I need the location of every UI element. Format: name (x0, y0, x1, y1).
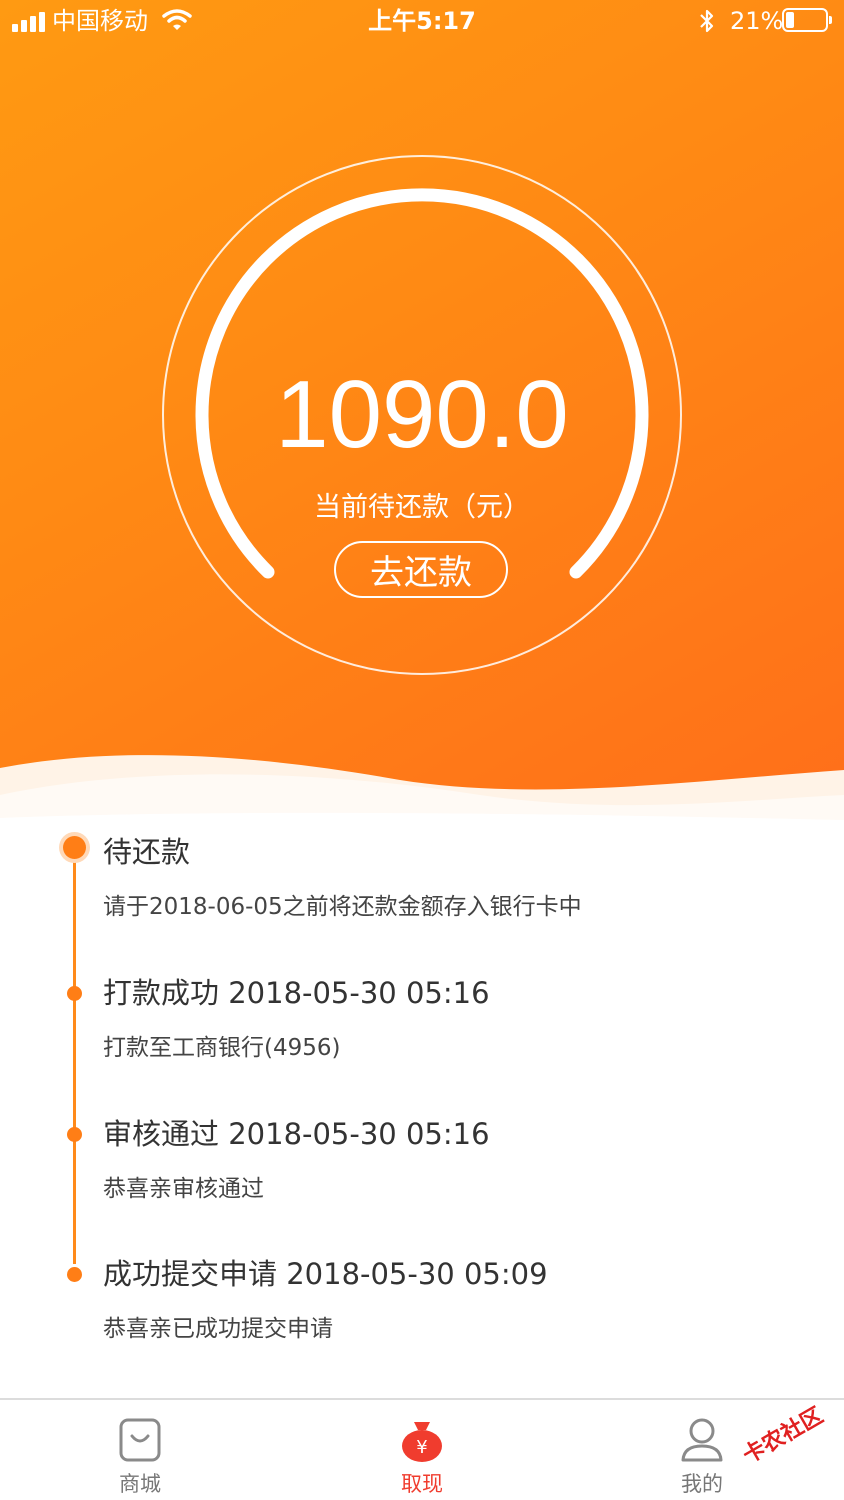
timeline-dot (67, 1267, 82, 1282)
tab-label: 我的 (681, 1472, 723, 1496)
pending-amount-label: 当前待还款（元） (314, 492, 530, 523)
timeline-dot (67, 986, 82, 1001)
tab-label: 取现 (401, 1472, 443, 1496)
repay-button[interactable]: 去还款 (334, 541, 508, 598)
tab-mall[interactable]: 商城 (40, 1400, 240, 1500)
svg-text:¥: ¥ (416, 1437, 427, 1458)
timeline-title: 待还款 (103, 835, 191, 869)
progress-timeline: 待还款 请于2018-06-05之前将还款金额存入银行卡中 打款成功 2018-… (0, 830, 844, 1398)
timeline-dot-current (63, 836, 86, 859)
timeline-desc: 恭喜亲已成功提交申请 (103, 1316, 333, 1342)
tab-label: 商城 (119, 1472, 161, 1496)
timeline-dot (67, 1127, 82, 1142)
person-icon (681, 1418, 723, 1462)
timeline-desc: 恭喜亲审核通过 (103, 1176, 264, 1202)
timeline-title: 成功提交申请 2018-05-30 05:09 (103, 1257, 548, 1291)
money-bag-icon: ¥ (402, 1422, 442, 1462)
hero-header: 中国移动 上午5:17 21% 1090.0 当前待还款（元） 去还款 (0, 0, 844, 830)
timeline-title: 打款成功 2018-05-30 05:16 (103, 976, 490, 1010)
tab-cash[interactable]: ¥ 取现 (322, 1400, 522, 1500)
tab-bar: 商城 ¥ 取现 我的 (0, 1398, 844, 1500)
timeline-title: 审核通过 2018-05-30 05:16 (103, 1117, 490, 1151)
timeline-desc: 打款至工商银行(4956) (103, 1035, 341, 1061)
shopping-bag-icon (119, 1418, 161, 1462)
wave-decoration (0, 755, 844, 830)
timeline-line (73, 848, 76, 1264)
pending-amount: 1090.0 (275, 361, 569, 468)
timeline-desc: 请于2018-06-05之前将还款金额存入银行卡中 (103, 894, 582, 920)
